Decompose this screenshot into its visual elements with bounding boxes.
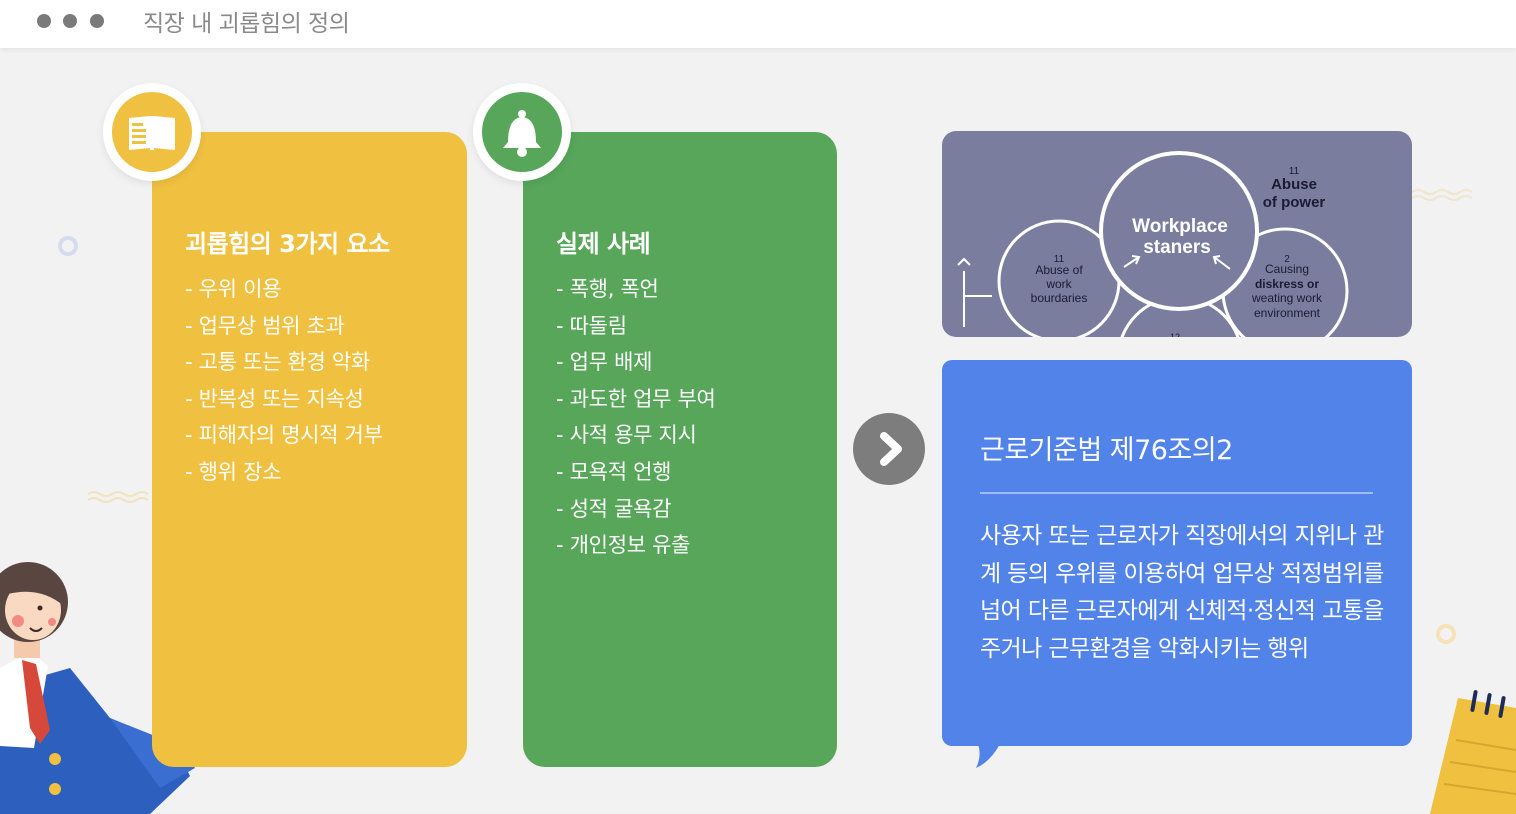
list-item: - 반복성 또는 지속성	[185, 386, 364, 411]
page-title: 직장 내 괴롭힘의 정의	[143, 11, 350, 37]
diagram-label: diskress or	[1255, 277, 1319, 291]
cases-badge	[473, 83, 571, 181]
list-item: - 업무상 범위 초과	[185, 313, 345, 338]
list-item: - 개인정보 유출	[556, 533, 691, 558]
next-button[interactable]	[853, 413, 925, 485]
list-item: - 모욕적 언행	[556, 459, 672, 484]
diagram-number: 12	[1170, 332, 1180, 337]
speech-tail	[976, 744, 1000, 768]
list-item: - 우위 이용	[185, 277, 282, 301]
divider	[980, 492, 1373, 494]
window-dot	[37, 14, 51, 28]
diagram-label: bourdaries	[1031, 291, 1088, 305]
list-item: - 과도한 업무 부여	[556, 386, 716, 411]
law-title: 근로기준법 제76조의2	[980, 435, 1233, 466]
diagram-label: Causing	[1265, 262, 1309, 276]
elements-badge	[103, 83, 201, 181]
list-item: - 사적 용무 지시	[556, 423, 697, 448]
book-icon	[129, 116, 175, 150]
wave-decoration	[87, 491, 149, 503]
diagram-center-line: Workplace	[1132, 216, 1228, 237]
chevron-right-icon	[880, 432, 902, 466]
diagram-graphic: Workplace staners 11 Abuse of power 11 A…	[957, 151, 1349, 337]
elements-card-title: 괴롭힘의 3가지 요소	[185, 230, 390, 258]
list-item: - 성적 굴욕감	[556, 496, 672, 521]
notepad-illustration	[1430, 690, 1516, 814]
window-dot	[90, 14, 104, 28]
diagram-label: Abuse of	[1035, 263, 1083, 277]
list-item: - 고통 또는 환경 악화	[185, 350, 370, 375]
diagram-label: Abuse	[1271, 176, 1317, 193]
window-dot	[63, 14, 77, 28]
cases-card: 실제 사례 - 폭행, 폭언 - 따돌림 - 업무 배제 - 과도한 업무 부여…	[523, 132, 837, 767]
list-item: - 행위 장소	[185, 459, 282, 484]
ring-decoration	[58, 236, 78, 256]
diagram-label: work	[1045, 277, 1072, 291]
wave-decoration	[1411, 189, 1473, 201]
workplace-diagram-image: Workplace staners 11 Abuse of power 11 A…	[942, 131, 1412, 337]
list-item: - 업무 배제	[556, 350, 653, 375]
cases-list: - 폭행, 폭언 - 따돌림 - 업무 배제 - 과도한 업무 부여 - 사적 …	[556, 271, 716, 564]
list-item: - 피해자의 명시적 거부	[185, 423, 383, 448]
top-bar: 직장 내 괴롭힘의 정의	[0, 0, 1516, 48]
bell-icon	[503, 110, 541, 157]
list-item: - 따돌림	[556, 313, 627, 338]
diagram-center-line: staners	[1143, 237, 1211, 258]
cases-card-title: 실제 사례	[556, 230, 651, 258]
elements-list: - 우위 이용 - 업무상 범위 초과 - 고통 또는 환경 악화 - 반복성 …	[185, 271, 383, 491]
diagram-label: environment	[1254, 306, 1321, 320]
law-body: 사용자 또는 근로자가 직장에서의 지위나 관계 등의 우위를 이용하여 업무상…	[980, 523, 1384, 662]
diagram-label: of power	[1263, 194, 1326, 211]
law-definition-card: 근로기준법 제76조의2 사용자 또는 근로자가 직장에서의 지위나 관계 등의…	[942, 360, 1412, 746]
ring-decoration	[1436, 624, 1456, 644]
list-item: - 폭행, 폭언	[556, 277, 659, 301]
elements-card: 괴롭힘의 3가지 요소 - 우위 이용 - 업무상 범위 초과 - 고통 또는 …	[152, 132, 467, 767]
diagram-label: weating work	[1251, 291, 1323, 305]
